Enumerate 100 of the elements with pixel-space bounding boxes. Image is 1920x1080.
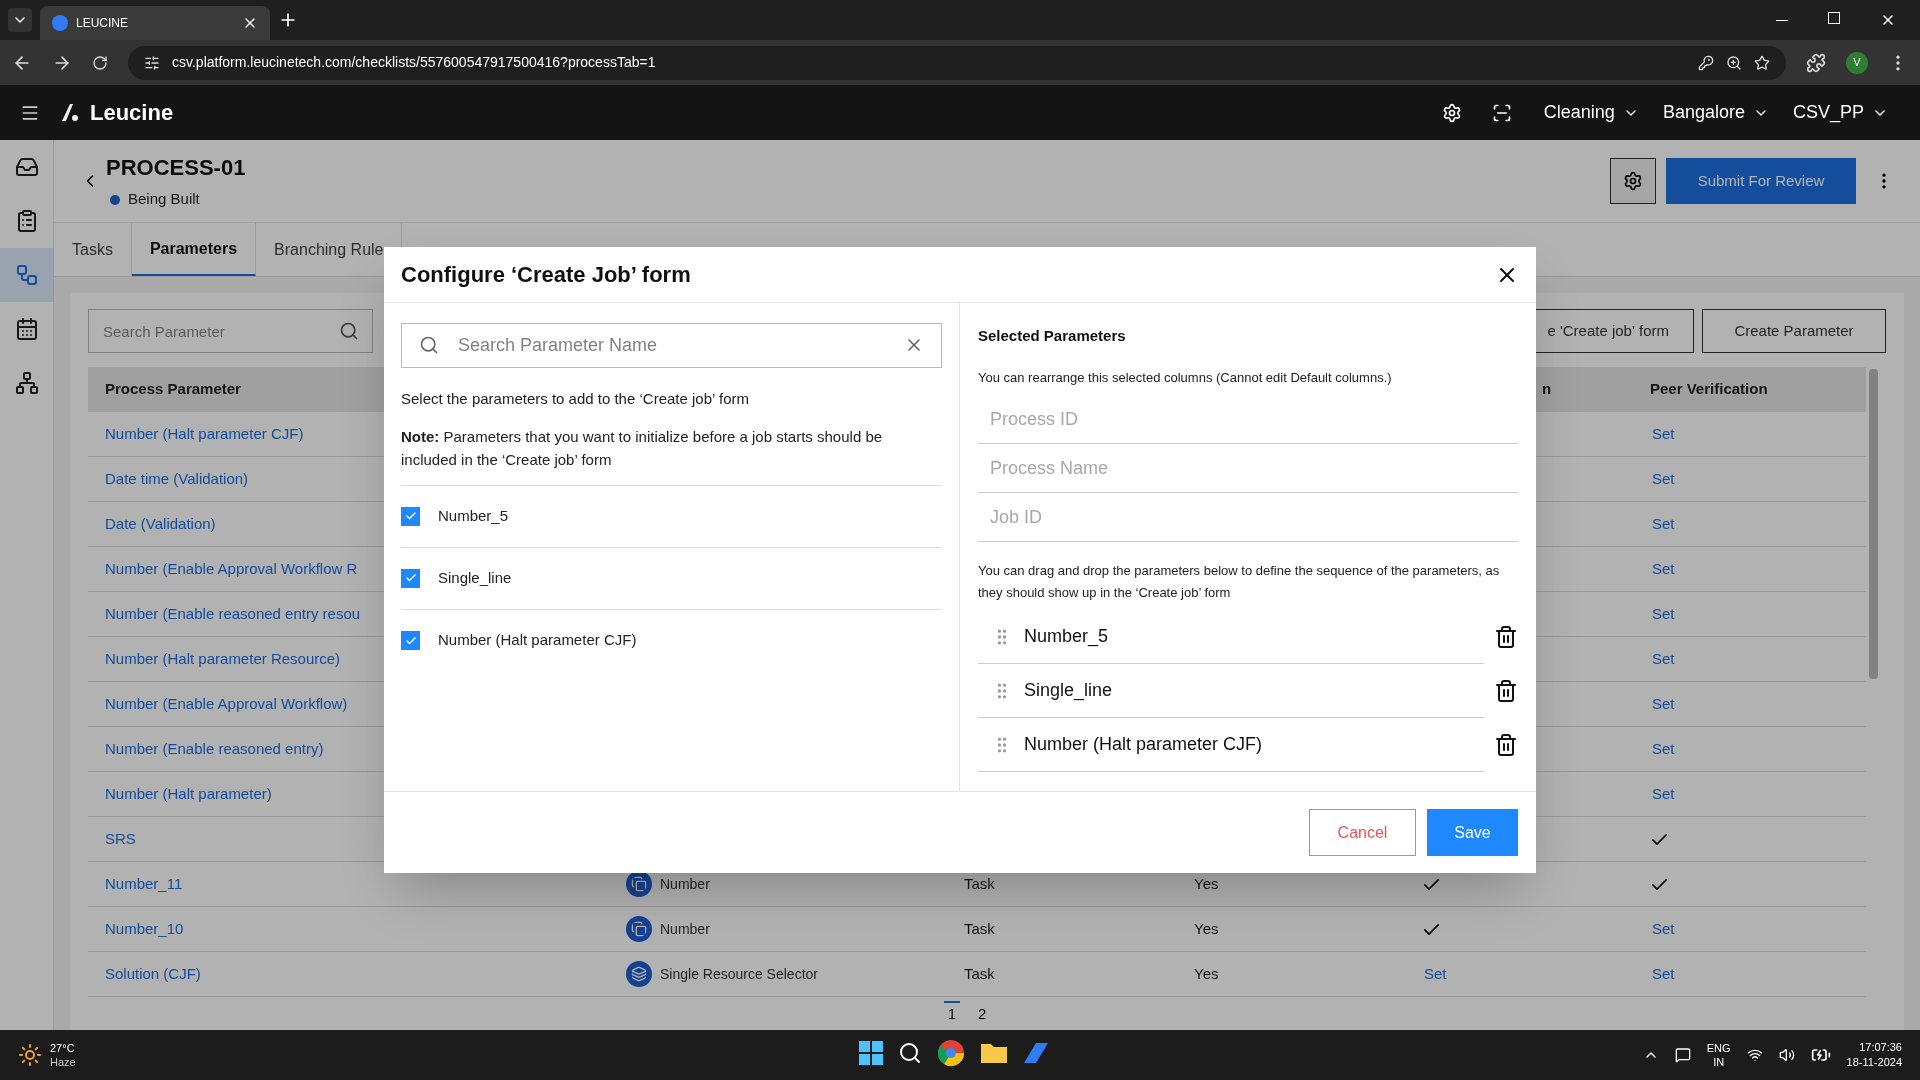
parameter-link[interactable]: Date time (Validation) bbox=[105, 470, 249, 487]
column-header: n bbox=[1542, 380, 1552, 398]
tab[interactable]: Tasks bbox=[54, 223, 132, 276]
selected-item: Number (Halt parameter CJF) bbox=[1024, 733, 1263, 756]
parameter-link[interactable]: Number (Enable reasoned entry resou bbox=[105, 605, 361, 622]
chat-icon[interactable] bbox=[1674, 1047, 1691, 1063]
parameter-link[interactable]: Number (Halt parameter) bbox=[105, 785, 272, 802]
save-button[interactable]: Save bbox=[1427, 809, 1518, 856]
settings-button[interactable] bbox=[1610, 158, 1656, 204]
table-cell: Task bbox=[964, 920, 995, 937]
settings-icon[interactable] bbox=[1441, 102, 1462, 123]
search-field[interactable]: Search Parameter Name bbox=[401, 323, 942, 368]
scan-icon[interactable] bbox=[1491, 102, 1512, 123]
parameter-link[interactable]: Number_10 bbox=[105, 920, 184, 937]
set-link[interactable]: Set bbox=[1652, 650, 1675, 667]
checkbox[interactable] bbox=[401, 568, 420, 588]
checkmark-icon bbox=[404, 634, 417, 647]
table-cell: Yes bbox=[1194, 965, 1219, 982]
page-button[interactable]: 1 bbox=[943, 1001, 960, 1026]
check-icon bbox=[1424, 923, 1439, 935]
address-field[interactable]: csv.platform.leucinetech.com/checklists/557600547917500416?processTab=1 bbox=[128, 45, 1786, 80]
restore-icon[interactable] bbox=[1828, 12, 1840, 24]
set-link[interactable]: Set bbox=[1652, 515, 1675, 532]
parameter-link[interactable]: Number (Enable Approval Workflow R bbox=[105, 560, 358, 577]
calendar-icon bbox=[14, 317, 39, 341]
modal-title: Configure ‘Create Job’ form bbox=[401, 261, 692, 289]
language[interactable]: ENG bbox=[1706, 1041, 1731, 1055]
delete-icon[interactable] bbox=[1494, 733, 1518, 757]
search-icon[interactable] bbox=[898, 1041, 922, 1065]
clock-time[interactable]: 17:07:36 bbox=[1859, 1040, 1902, 1055]
instruction-text: Select the parameters to add to the ‘Create job’ form bbox=[401, 389, 750, 409]
clock-date[interactable]: 18-11-2024 bbox=[1846, 1055, 1902, 1070]
parameter-link[interactable]: SRS bbox=[105, 830, 136, 847]
check-icon bbox=[1652, 878, 1667, 890]
parameter-link[interactable]: Number (Enable reasoned entry) bbox=[105, 740, 324, 757]
delete-icon[interactable] bbox=[1494, 625, 1518, 649]
reload-icon[interactable] bbox=[92, 54, 108, 71]
default-field: Process ID bbox=[978, 395, 1518, 444]
set-link[interactable]: Set bbox=[1652, 740, 1675, 757]
selected-item: Number_5 bbox=[1024, 625, 1109, 649]
set-link[interactable]: Set bbox=[1652, 785, 1675, 802]
parameter-link[interactable]: Solution (CJF) bbox=[105, 965, 201, 982]
set-link[interactable]: Set bbox=[1652, 605, 1675, 622]
weather-icon[interactable] bbox=[18, 1043, 42, 1067]
column-header: Process Parameter bbox=[105, 380, 241, 398]
set-link[interactable]: Set bbox=[1652, 470, 1675, 487]
option-label: Number_5 bbox=[438, 505, 509, 526]
app-icon[interactable] bbox=[1022, 1041, 1050, 1065]
start-icon[interactable] bbox=[858, 1040, 884, 1066]
parameter-link[interactable]: Number (Halt parameter CJF) bbox=[105, 425, 304, 442]
drag-hint: You can drag and drop the parameters below to define the sequence of the parameters, as they should show up in the ‘Create job’ form bbox=[978, 562, 1501, 602]
browser-tab[interactable]: LEUCINE bbox=[40, 6, 270, 40]
set-link[interactable]: Set bbox=[1652, 560, 1675, 577]
layers-icon bbox=[626, 961, 652, 987]
app-name: Leucine bbox=[90, 99, 174, 127]
option-label: Number (Halt parameter CJF) bbox=[438, 630, 637, 651]
set-link[interactable]: Set bbox=[1652, 425, 1675, 442]
copy-icon bbox=[626, 916, 652, 942]
parameter-link[interactable]: Number (Enable Approval Workflow) bbox=[105, 695, 348, 712]
default-field: Job ID bbox=[978, 493, 1518, 542]
folder-icon[interactable] bbox=[980, 1041, 1008, 1065]
browser-icon[interactable] bbox=[936, 1038, 966, 1068]
delete-icon[interactable] bbox=[1494, 679, 1518, 703]
key-icon[interactable] bbox=[1698, 54, 1714, 71]
cancel-button[interactable]: Cancel bbox=[1309, 809, 1416, 856]
scrollbar-thumb[interactable] bbox=[1868, 369, 1878, 679]
star-icon[interactable] bbox=[1754, 54, 1770, 71]
selector-dropdown[interactable]: CSV_PP bbox=[1780, 99, 1900, 126]
selected-item: Single_line bbox=[1024, 679, 1113, 703]
section-heading: Selected Parameters bbox=[978, 326, 1127, 346]
set-link[interactable]: Set bbox=[1652, 965, 1675, 982]
parameter-type: Single Resource Selector bbox=[660, 964, 818, 984]
option-label: Single_line bbox=[438, 567, 512, 588]
submit-button[interactable]: Submit For Review bbox=[1666, 158, 1856, 204]
parameter-link[interactable]: Date (Validation) bbox=[105, 515, 216, 532]
region[interactable]: IN bbox=[1713, 1055, 1725, 1069]
site-icon bbox=[52, 15, 68, 31]
set-link[interactable]: Set bbox=[1652, 920, 1675, 937]
profile-avatar[interactable]: V bbox=[1846, 51, 1868, 74]
set-link[interactable]: Set bbox=[1652, 695, 1675, 712]
wifi-icon[interactable] bbox=[1746, 1047, 1763, 1063]
set-link[interactable]: Set bbox=[1424, 965, 1447, 982]
checkbox[interactable] bbox=[401, 506, 420, 526]
search-field[interactable]: Search Parameter bbox=[88, 309, 373, 353]
parameter-link[interactable]: Number_11 bbox=[105, 875, 183, 892]
site-settings-icon[interactable] bbox=[144, 54, 160, 71]
checkbox[interactable] bbox=[401, 631, 420, 650]
toolbar-button[interactable]: Create Parameter bbox=[1702, 309, 1886, 353]
default-field: Process Name bbox=[978, 444, 1518, 493]
tab[interactable]: Parameters bbox=[131, 223, 257, 276]
parameter-link[interactable]: Number (Halt parameter Resource) bbox=[105, 650, 341, 667]
page-button[interactable]: 2 bbox=[974, 1001, 991, 1026]
selector-dropdown[interactable]: Bangalore bbox=[1650, 99, 1781, 126]
weather-label: Haze bbox=[50, 1055, 76, 1069]
zoom-icon[interactable] bbox=[1726, 54, 1742, 71]
selector-dropdown[interactable]: Cleaning bbox=[1531, 99, 1651, 126]
volume-icon[interactable] bbox=[1778, 1047, 1795, 1063]
extensions-icon[interactable] bbox=[1806, 52, 1826, 73]
checkmark-icon bbox=[404, 572, 417, 584]
tab-list-button[interactable] bbox=[8, 8, 32, 32]
